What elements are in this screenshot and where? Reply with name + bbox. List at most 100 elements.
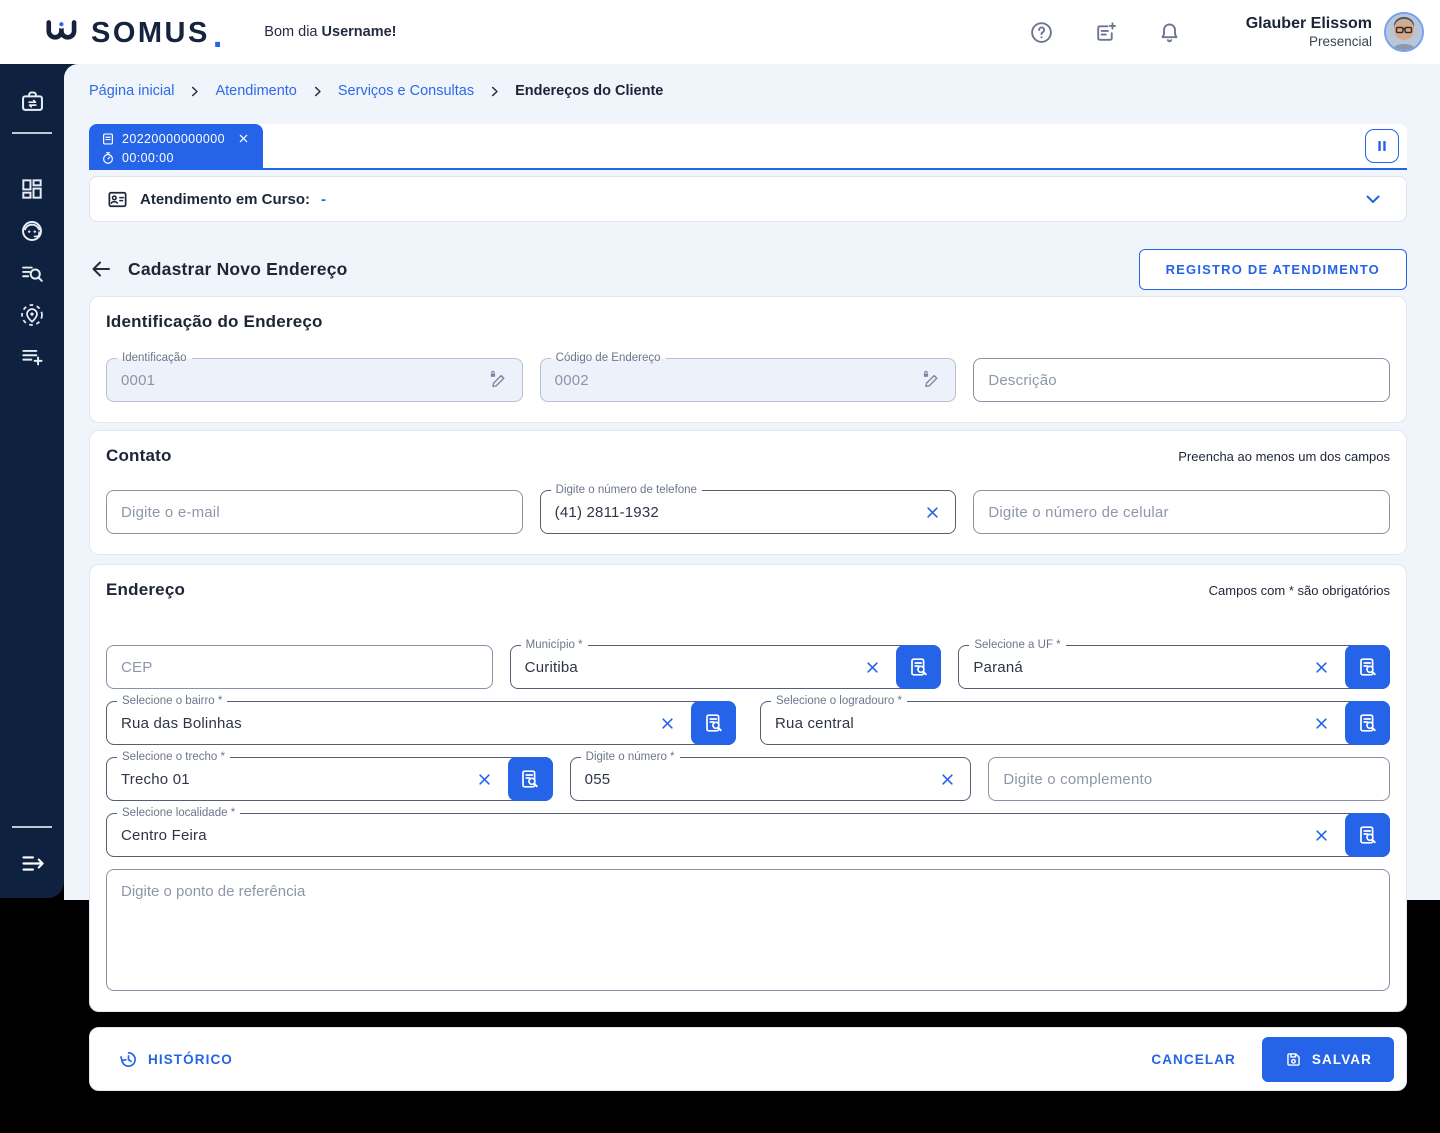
briefcase-sync-icon bbox=[19, 88, 46, 115]
sidebar-item-attendant[interactable] bbox=[11, 210, 53, 252]
chevron-right-icon bbox=[187, 84, 202, 99]
doc-search-icon bbox=[518, 767, 542, 791]
sidebar-item-cases[interactable] bbox=[11, 80, 53, 122]
identification-title: Identificação do Endereço bbox=[106, 312, 323, 332]
stopwatch-icon bbox=[101, 151, 115, 165]
logo-dot: . bbox=[213, 26, 222, 46]
session-tab[interactable]: 20220000000000 00:00:00 bbox=[89, 124, 263, 168]
registro-atendimento-button[interactable]: REGISTRO DE ATENDIMENTO bbox=[1139, 249, 1407, 290]
avatar[interactable] bbox=[1384, 12, 1424, 52]
logradouro-lookup-button[interactable] bbox=[1345, 701, 1390, 745]
attendance-expand-button[interactable] bbox=[1356, 187, 1390, 211]
codigo-endereco-input[interactable] bbox=[541, 372, 908, 389]
telefone-input[interactable] bbox=[541, 504, 911, 521]
localidade-clear-button[interactable] bbox=[1299, 826, 1344, 845]
sidebar-item-search[interactable] bbox=[11, 252, 53, 294]
salvar-label: SALVAR bbox=[1312, 1052, 1372, 1067]
historico-label: HISTÓRICO bbox=[148, 1052, 233, 1067]
user-info[interactable]: Glauber Elissom Presencial bbox=[1246, 14, 1372, 51]
breadcrumb-link-home[interactable]: Página inicial bbox=[89, 83, 174, 99]
descricao-input[interactable] bbox=[974, 372, 1389, 389]
referencia-textarea[interactable] bbox=[106, 869, 1390, 991]
close-icon bbox=[238, 133, 249, 144]
uf-lookup-button[interactable] bbox=[1345, 645, 1390, 689]
localidade-label: Selecione localidade * bbox=[117, 807, 240, 820]
playlist-add-icon bbox=[19, 344, 45, 370]
bairro-lookup-button[interactable] bbox=[691, 701, 736, 745]
bairro-field: Selecione o bairro * bbox=[106, 701, 736, 745]
trecho-input[interactable] bbox=[107, 771, 462, 788]
somus-logo-icon bbox=[44, 18, 82, 46]
doc-search-icon bbox=[1356, 655, 1380, 679]
contact-hint: Preencha ao menos um dos campos bbox=[1178, 449, 1390, 464]
telefone-clear-button[interactable] bbox=[910, 503, 955, 522]
note-add-icon bbox=[1093, 20, 1118, 45]
uf-clear-button[interactable] bbox=[1299, 658, 1344, 677]
municipio-input[interactable] bbox=[511, 659, 851, 676]
greeting-username: Username! bbox=[322, 24, 397, 40]
actions-bar: HISTÓRICO CANCELAR SALVAR bbox=[89, 1027, 1407, 1091]
email-field bbox=[106, 490, 523, 534]
edit-lock-icon[interactable] bbox=[474, 369, 522, 391]
bairro-clear-button[interactable] bbox=[645, 714, 690, 733]
cep-field bbox=[106, 645, 493, 689]
trecho-field: Selecione o trecho * bbox=[106, 757, 553, 801]
localidade-input[interactable] bbox=[107, 827, 1299, 844]
expand-menu-icon bbox=[19, 850, 46, 877]
bairro-input[interactable] bbox=[107, 715, 645, 732]
edit-lock-icon[interactable] bbox=[907, 369, 955, 391]
new-note-button[interactable] bbox=[1086, 12, 1126, 52]
session-id: 20220000000000 bbox=[122, 132, 225, 146]
back-button[interactable] bbox=[89, 257, 113, 281]
celular-input[interactable] bbox=[974, 504, 1389, 521]
id-card-icon bbox=[106, 188, 129, 211]
chevron-down-icon bbox=[1362, 188, 1384, 210]
numero-clear-button[interactable] bbox=[925, 770, 970, 789]
municipio-field: Município * bbox=[510, 645, 942, 689]
numero-label: Digite o número * bbox=[581, 751, 680, 764]
pause-button[interactable] bbox=[1365, 129, 1399, 163]
dashboard-icon bbox=[19, 176, 45, 202]
complemento-input[interactable] bbox=[989, 771, 1389, 788]
sidebar-item-dashboard[interactable] bbox=[11, 168, 53, 210]
notifications-button[interactable] bbox=[1150, 12, 1190, 52]
somus-logo: somus . bbox=[44, 18, 222, 46]
cep-input[interactable] bbox=[107, 659, 492, 676]
help-button[interactable] bbox=[1022, 12, 1062, 52]
trecho-lookup-button[interactable] bbox=[508, 757, 553, 801]
localidade-lookup-button[interactable] bbox=[1345, 813, 1390, 857]
save-icon bbox=[1284, 1050, 1303, 1069]
logradouro-input[interactable] bbox=[761, 715, 1299, 732]
identificacao-input[interactable] bbox=[107, 372, 474, 389]
doc-search-icon bbox=[1356, 823, 1380, 847]
municipio-lookup-button[interactable] bbox=[896, 645, 941, 689]
logradouro-clear-button[interactable] bbox=[1299, 714, 1344, 733]
session-tab-close-button[interactable] bbox=[238, 133, 249, 144]
attendance-label: Atendimento em Curso: bbox=[140, 191, 310, 208]
page-title: Cadastrar Novo Endereço bbox=[128, 259, 348, 280]
avatar-photo bbox=[1386, 14, 1422, 50]
sidebar-item-location[interactable] bbox=[11, 294, 53, 336]
email-input[interactable] bbox=[107, 504, 522, 521]
greeting-text: Bom dia Username! bbox=[264, 24, 396, 40]
trecho-clear-button[interactable] bbox=[462, 770, 507, 789]
municipio-clear-button[interactable] bbox=[850, 658, 895, 677]
uf-input[interactable] bbox=[959, 659, 1299, 676]
sidebar-item-register-list[interactable] bbox=[11, 336, 53, 378]
address-card: Endereço Campos com * são obrigatórios M… bbox=[89, 564, 1407, 1012]
app-header: somus . Bom dia Username! bbox=[0, 0, 1440, 64]
numero-input[interactable] bbox=[571, 771, 926, 788]
session-tab-strip: 20220000000000 00:00:00 bbox=[89, 124, 1407, 170]
breadcrumb: Página inicial Atendimento Serviços e Co… bbox=[89, 81, 1407, 101]
uf-field: Selecione a UF * bbox=[958, 645, 1390, 689]
salvar-button[interactable]: SALVAR bbox=[1262, 1037, 1394, 1082]
breadcrumb-link-servicos[interactable]: Serviços e Consultas bbox=[338, 83, 474, 99]
bairro-label: Selecione o bairro * bbox=[117, 695, 227, 708]
historico-button[interactable]: HISTÓRICO bbox=[112, 1048, 239, 1071]
cancelar-button[interactable]: CANCELAR bbox=[1137, 1040, 1250, 1079]
breadcrumb-link-atendimento[interactable]: Atendimento bbox=[215, 83, 296, 99]
sidebar-expand-button[interactable] bbox=[11, 842, 53, 884]
doc-search-icon bbox=[702, 711, 726, 735]
identificacao-field: Identificação bbox=[106, 358, 523, 402]
chevron-right-icon bbox=[310, 84, 325, 99]
